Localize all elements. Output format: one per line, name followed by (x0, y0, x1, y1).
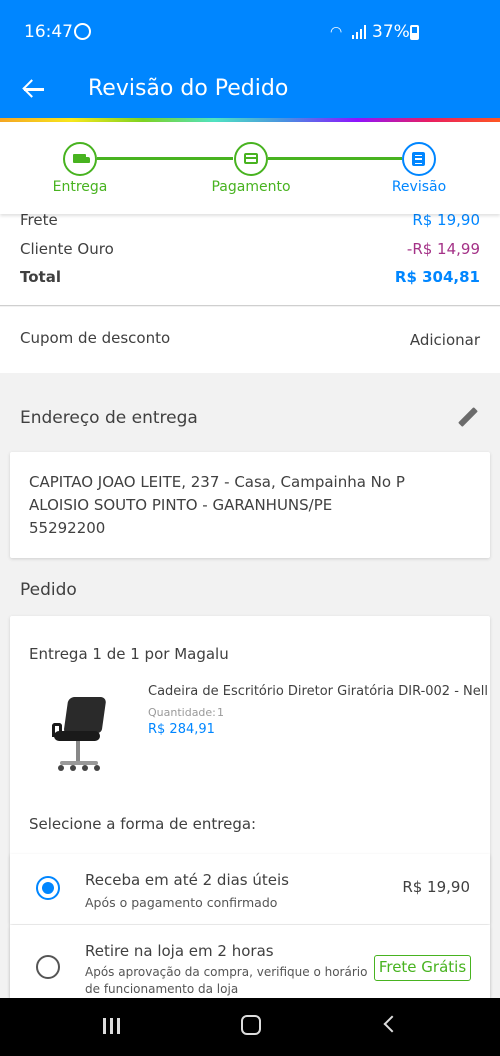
delivery-title: Entrega 1 de 1 por Magalu (29, 645, 229, 663)
truck-icon (73, 154, 90, 163)
status-time: 16:47 (24, 22, 73, 42)
radio-unselected[interactable] (36, 955, 60, 979)
battery-icon (410, 25, 419, 40)
option-title: Retire na loja em 2 horas (85, 942, 274, 960)
address-heading: Endereço de entrega (20, 408, 198, 428)
cliente-ouro-label: Cliente Ouro (20, 240, 114, 258)
edit-pencil-icon[interactable] (455, 406, 479, 430)
home-icon[interactable] (241, 1015, 261, 1035)
address-card: CAPITAO JOAO LEITE, 237 - Casa, Campainh… (10, 452, 490, 558)
system-nav-bar (0, 998, 500, 1056)
address-line-2: ALOISIO SOUTO PINTO - GARANHUNS/PE (29, 496, 333, 514)
page-title: Revisão do Pedido (88, 76, 289, 101)
status-bar: 16:47 ◠ 37% (0, 0, 500, 64)
option-subtitle: Após o pagamento confirmado (85, 895, 278, 910)
step-connector (268, 157, 402, 160)
step-connector (97, 157, 233, 160)
total-value: R$ 304,81 (394, 268, 480, 286)
cliente-ouro-value: -R$ 14,99 (406, 240, 480, 258)
step-entrega-label: Entrega (52, 179, 108, 195)
coupon-row[interactable]: Cupom de desconto Adicionar (0, 307, 500, 373)
delivery-options-label: Selecione a forma de entrega: (29, 815, 257, 833)
product-image (48, 695, 112, 781)
step-pagamento[interactable] (234, 142, 268, 176)
address-line-1: CAPITAO JOAO LEITE, 237 - Casa, Campainh… (29, 473, 405, 491)
address-line-3: 55292200 (29, 519, 106, 537)
battery-percentage: 37% (372, 22, 410, 42)
quantity-label: Quantidade: (148, 706, 216, 719)
option-price: R$ 19,90 (402, 878, 470, 896)
quantity-value: 1 (217, 706, 224, 719)
document-icon (412, 152, 425, 166)
product-name: Cadeira de Escritório Diretor Giratória … (148, 684, 488, 699)
product-price: R$ 284,91 (148, 722, 215, 737)
credit-card-icon (244, 153, 258, 164)
option-title: Receba em até 2 dias úteis (85, 871, 289, 889)
recent-apps-icon[interactable] (103, 1018, 121, 1034)
coupon-label: Cupom de desconto (20, 329, 171, 347)
app-bar: Revisão do Pedido (0, 64, 500, 118)
add-coupon-button[interactable]: Adicionar (410, 331, 480, 349)
delivery-option-standard[interactable]: Receba em até 2 dias úteis Após o pagame… (10, 854, 490, 924)
step-revisao[interactable] (402, 142, 436, 176)
order-totals: Frete R$ 19,90 Cliente Ouro -R$ 14,99 To… (0, 211, 500, 306)
order-heading: Pedido (20, 580, 77, 600)
option-subtitle: de funcionamento da loja (85, 982, 239, 996)
total-label: Total (20, 268, 61, 286)
signal-icon (352, 25, 366, 39)
step-entrega[interactable] (63, 142, 97, 176)
delivery-option-store-pickup[interactable]: Retire na loja em 2 horas Após aprovação… (10, 925, 490, 998)
radio-selected[interactable] (36, 876, 60, 900)
option-subtitle: Após aprovação da compra, verifique o ho… (85, 965, 368, 979)
step-revisao-label: Revisão (391, 179, 447, 195)
back-icon[interactable] (383, 1015, 401, 1033)
whatsapp-icon (74, 23, 91, 40)
back-arrow-icon[interactable] (20, 74, 50, 104)
wifi-icon: ◠ (330, 24, 343, 40)
step-pagamento-label: Pagamento (211, 179, 291, 195)
checkout-stepper: Entrega Pagamento Revisão (0, 122, 500, 214)
free-shipping-badge: Frete Grátis (374, 955, 471, 981)
